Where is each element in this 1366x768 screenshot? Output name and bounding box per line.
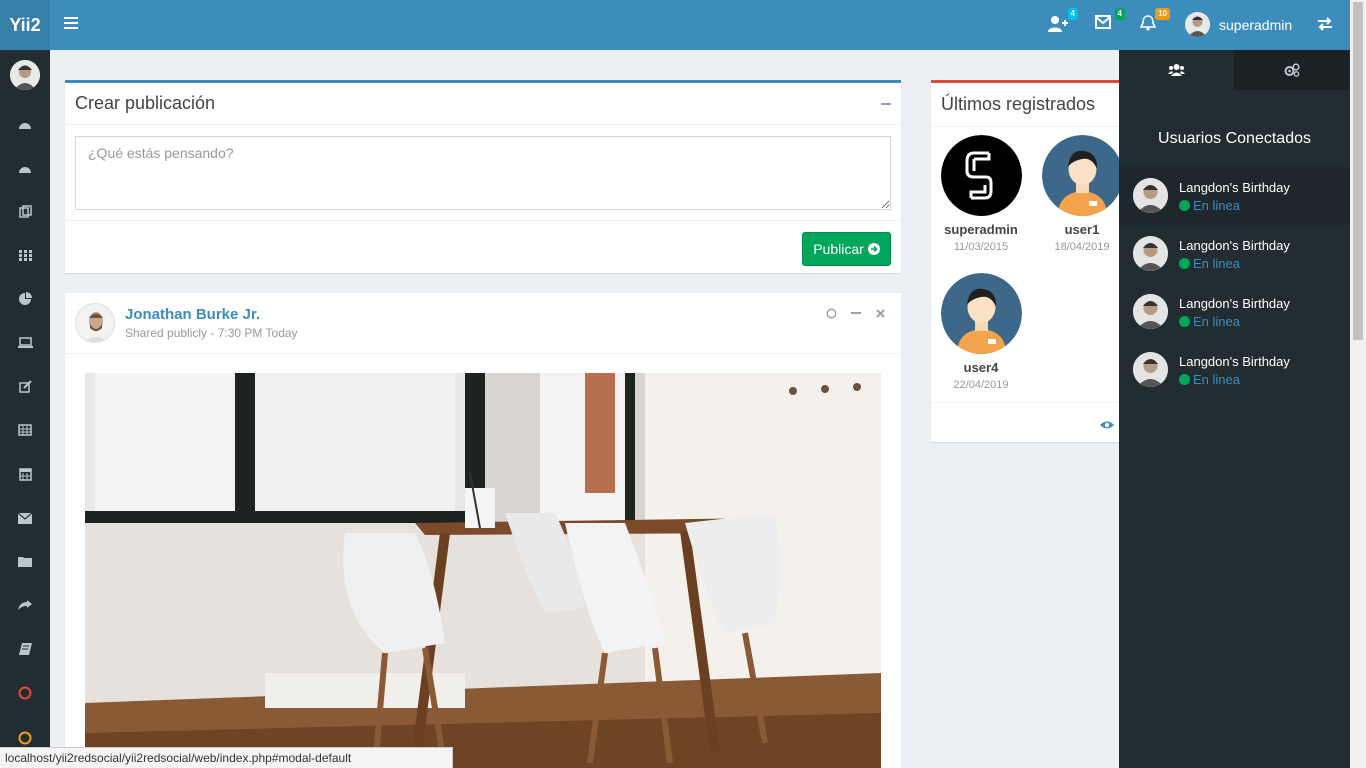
online-user-avatar (1133, 294, 1168, 329)
create-post-header: Crear publicación (65, 83, 901, 125)
latest-users-header: Últimos registrados (931, 83, 1119, 127)
page-scrollbar[interactable] (1350, 0, 1366, 768)
post-author-avatar[interactable] (75, 303, 115, 343)
pie-chart-icon[interactable] (17, 290, 33, 306)
online-dot-icon (1179, 316, 1190, 327)
files-icon[interactable] (17, 203, 33, 219)
share-icon[interactable] (17, 597, 33, 613)
close-icon[interactable] (874, 307, 886, 319)
latest-users-box: Últimos registrados superadmin 11/03/201… (931, 80, 1123, 442)
online-user-avatar (1133, 352, 1168, 387)
user-avatar (1041, 135, 1123, 216)
create-post-box: Crear publicación Publicar (65, 80, 901, 273)
online-user-name: Langdon's Birthday (1179, 354, 1290, 369)
user-name: user1 (1064, 222, 1100, 237)
sidebar-toggle-icon[interactable] (64, 17, 78, 31)
create-post-title: Crear publicación (75, 93, 216, 113)
envelope-icon[interactable] (17, 510, 33, 526)
user-date: 22/04/2019 (953, 379, 1009, 391)
collapse-icon[interactable] (881, 102, 891, 105)
sidebar-user-avatar[interactable] (10, 60, 40, 90)
th-icon[interactable] (17, 247, 33, 263)
friend-requests-button[interactable]: 4 (1048, 8, 1078, 35)
browser-status-url: localhost/yii2redsocial/yii2redsocial/we… (0, 747, 453, 768)
user-menu-name: superadmin (1219, 16, 1293, 33)
messages-badge: 4 (1114, 8, 1125, 20)
online-dot-icon (1179, 200, 1190, 211)
online-dot-icon (1179, 374, 1190, 385)
post-box: Jonathan Burke Jr. Shared publicly - 7:3… (65, 293, 901, 768)
main-sidebar (0, 50, 50, 768)
post-image (85, 373, 881, 768)
table-icon[interactable] (17, 422, 33, 438)
exchange-icon (1318, 17, 1332, 31)
online-user-item[interactable]: Langdon's Birthday En linea (1119, 283, 1350, 341)
dashboard-icon[interactable] (17, 116, 33, 132)
user-avatar (940, 135, 1022, 216)
create-post-footer: Publicar (65, 220, 901, 276)
online-user-status: En linea (1179, 314, 1240, 329)
tab-users[interactable] (1119, 50, 1234, 90)
user-tile-superadmin[interactable]: superadmin 11/03/2015 (931, 135, 1031, 253)
friend-requests-badge: 4 (1067, 8, 1078, 20)
circle-red-icon[interactable] (17, 685, 33, 701)
circle-yellow-icon[interactable] (17, 730, 33, 746)
user-name: superadmin (944, 222, 1018, 237)
user-plus-icon (1048, 16, 1068, 32)
gears-icon (1284, 63, 1300, 77)
notifications-badge: 10 (1155, 8, 1170, 20)
users-icon (1168, 64, 1185, 76)
post-author-name[interactable]: Jonathan Burke Jr. (125, 306, 260, 323)
user-tile-user1[interactable]: user1 18/04/2019 (1032, 135, 1132, 253)
online-user-status: En linea (1179, 256, 1240, 271)
online-user-item[interactable]: Langdon's Birthday En linea (1119, 225, 1350, 283)
online-user-item[interactable]: Langdon's Birthday En linea (1119, 341, 1350, 399)
user-menu[interactable]: superadmin (1185, 12, 1292, 37)
user-tile-user4[interactable]: user4 22/04/2019 (931, 273, 1031, 391)
scrollbar-thumb[interactable] (1353, 2, 1363, 340)
publish-button[interactable]: Publicar (802, 232, 891, 266)
user-avatar (1185, 12, 1210, 37)
online-user-name: Langdon's Birthday (1179, 296, 1290, 311)
messages-button[interactable]: 4 (1095, 8, 1125, 35)
post-meta: Shared publicly - 7:30 PM Today (125, 326, 298, 340)
online-user-status: En linea (1179, 198, 1240, 213)
online-user-avatar (1133, 178, 1168, 213)
post-textarea[interactable] (75, 136, 891, 210)
tab-settings[interactable] (1234, 50, 1349, 90)
top-navbar: 4 4 10 superadmin (50, 0, 1350, 50)
publish-button-label: Publicar (813, 241, 864, 257)
user-date: 11/03/2015 (953, 241, 1009, 253)
mark-read-icon[interactable] (825, 307, 837, 319)
user-name: user4 (963, 360, 999, 375)
edit-icon[interactable] (17, 378, 33, 394)
view-all-users-icon[interactable] (1100, 417, 1114, 433)
arrow-circle-right-icon (867, 243, 880, 255)
laptop-icon[interactable] (17, 334, 33, 350)
user-avatar (940, 273, 1022, 354)
online-dot-icon (1179, 258, 1190, 269)
online-users-heading: Usuarios Conectados (1158, 130, 1311, 147)
brand-logo-text: Yii2 (9, 14, 41, 35)
eye-icon (1100, 421, 1114, 429)
online-user-name: Langdon's Birthday (1179, 180, 1290, 195)
online-user-status: En linea (1179, 372, 1240, 387)
bell-icon (1139, 15, 1157, 31)
dashboard-icon[interactable] (17, 160, 33, 176)
calendar-icon[interactable] (17, 466, 33, 482)
latest-users-title: Últimos registrados (941, 94, 1096, 114)
control-sidebar: Usuarios Conectados Langdon's Birthday E… (1119, 50, 1350, 768)
notifications-button[interactable]: 10 (1139, 8, 1170, 35)
online-user-item[interactable]: Langdon's Birthday En linea (1119, 167, 1350, 225)
control-sidebar-toggle[interactable] (1317, 16, 1335, 34)
folder-icon[interactable] (17, 553, 33, 569)
online-user-name: Langdon's Birthday (1179, 238, 1290, 253)
collapse-icon[interactable] (850, 307, 862, 319)
envelope-icon (1095, 15, 1111, 29)
book-icon[interactable] (17, 641, 33, 657)
brand-logo[interactable]: Yii2 (0, 0, 50, 50)
user-date: 18/04/2019 (1054, 241, 1110, 253)
online-user-avatar (1133, 236, 1168, 271)
